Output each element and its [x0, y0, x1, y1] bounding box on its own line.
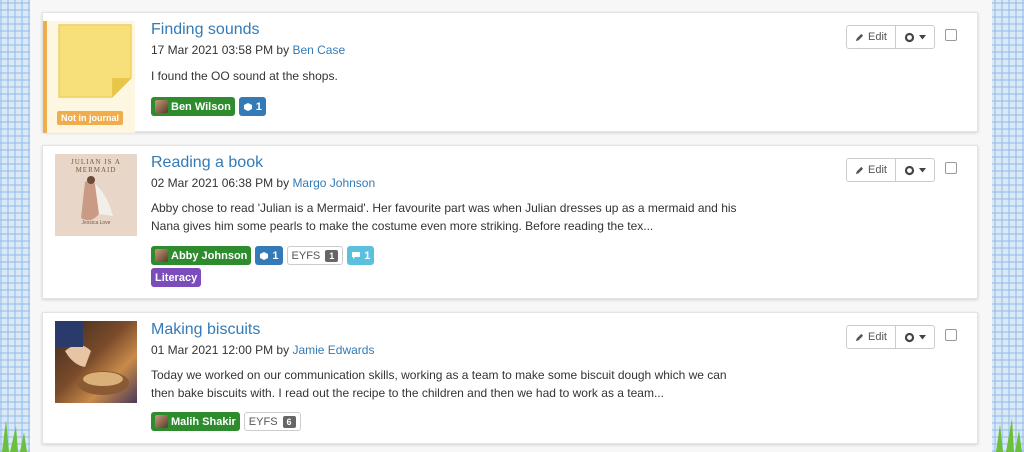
eyfs-label: EYFS: [291, 249, 321, 262]
child-tag[interactable]: Ben Wilson: [151, 97, 235, 116]
observation-meta: 02 Mar 2021 06:38 PM by Margo Johnson: [151, 176, 375, 190]
edit-button[interactable]: Edit: [846, 325, 896, 349]
observation-date: 17 Mar 2021 03:58 PM by: [151, 43, 290, 57]
cube-icon: [260, 251, 269, 260]
tag-row: Malih Shakir EYFS 6: [151, 412, 301, 431]
eyfs-count: 1: [325, 249, 339, 262]
gear-icon: [904, 332, 915, 342]
comment-count: 1: [364, 249, 371, 262]
pencil-icon: [855, 166, 864, 174]
child-tag[interactable]: Abby Johnson: [151, 246, 252, 265]
media-count: 1: [272, 249, 279, 262]
observation-title[interactable]: Finding sounds: [151, 21, 260, 39]
avatar: [155, 100, 168, 113]
settings-dropdown-button[interactable]: [896, 325, 935, 349]
gear-icon: [904, 32, 915, 42]
cube-icon: [243, 102, 252, 111]
eyfs-label: EYFS: [248, 415, 278, 428]
card-actions: Edit: [846, 325, 935, 349]
observation-card: Making biscuits 01 Mar 2021 12:00 PM by …: [42, 312, 978, 444]
child-tag-label: Ben Wilson: [171, 100, 231, 113]
edit-label: Edit: [868, 331, 887, 343]
card-actions: Edit: [846, 25, 935, 49]
media-count-tag[interactable]: 1: [238, 97, 266, 116]
eyfs-count: 6: [282, 415, 296, 428]
observation-description: Today we worked on our communication ski…: [151, 368, 727, 400]
settings-dropdown-button[interactable]: [896, 158, 935, 182]
author-link[interactable]: Margo Johnson: [292, 176, 375, 190]
subject-tag-row: Literacy: [151, 268, 202, 287]
media-count: 1: [255, 100, 262, 113]
edit-button[interactable]: Edit: [846, 25, 896, 49]
observation-list: Not in journal Finding sounds 17 Mar 202…: [30, 0, 992, 452]
book-cover-thumbnail[interactable]: JULIAN IS A MERMAID Jessica Love: [55, 154, 137, 236]
observation-title[interactable]: Making biscuits: [151, 321, 260, 339]
card-actions: Edit: [846, 158, 935, 182]
observation-meta: 01 Mar 2021 12:00 PM by Jamie Edwards: [151, 343, 374, 357]
caret-down-icon: [919, 34, 926, 39]
settings-dropdown-button[interactable]: [896, 25, 935, 49]
comment-count-tag[interactable]: 1: [347, 246, 375, 265]
child-tag-label: Malih Shakir: [171, 415, 236, 428]
edit-button[interactable]: Edit: [846, 158, 896, 182]
cooking-photo: [55, 321, 129, 395]
literacy-tag[interactable]: Literacy: [151, 268, 202, 287]
speech-bubble-icon: [352, 252, 361, 259]
tag-row: Ben Wilson 1: [151, 97, 266, 116]
observation-date: 01 Mar 2021 12:00 PM by: [151, 343, 290, 357]
edit-label: Edit: [868, 164, 887, 176]
eyfs-tag[interactable]: EYFS 6: [243, 412, 301, 431]
pencil-icon: [855, 33, 864, 41]
gear-icon: [904, 165, 915, 175]
child-tag-label: Abby Johnson: [171, 249, 248, 262]
observation-description: I found the OO sound at the shops.: [151, 69, 338, 83]
avatar: [155, 415, 168, 428]
select-checkbox[interactable]: [945, 162, 957, 174]
observation-card: JULIAN IS A MERMAID Jessica Love Reading…: [42, 145, 978, 299]
media-count-tag[interactable]: 1: [255, 246, 283, 265]
child-tag[interactable]: Malih Shakir: [151, 412, 240, 431]
tag-row: Abby Johnson 1 EYFS 1 1: [151, 246, 375, 265]
observation-date: 02 Mar 2021 06:38 PM by: [151, 176, 290, 190]
avatar: [155, 249, 168, 262]
select-checkbox[interactable]: [945, 329, 957, 341]
not-in-journal-badge: Not in journal: [57, 111, 123, 125]
caret-down-icon: [919, 334, 926, 339]
author-link[interactable]: Jamie Edwards: [292, 343, 374, 357]
edit-label: Edit: [868, 31, 887, 43]
sticky-note-thumbnail[interactable]: Not in journal: [43, 21, 135, 133]
author-link[interactable]: Ben Case: [292, 43, 345, 57]
photo-thumbnail[interactable]: [55, 321, 137, 403]
select-checkbox[interactable]: [945, 29, 957, 41]
observation-description: Abby chose to read 'Julian is a Mermaid'…: [151, 201, 737, 233]
observation-meta: 17 Mar 2021 03:58 PM by Ben Case: [151, 43, 345, 57]
book-author-text: Jessica Love: [81, 220, 111, 226]
pencil-icon: [855, 333, 864, 341]
observation-title[interactable]: Reading a book: [151, 154, 263, 172]
eyfs-tag[interactable]: EYFS 1: [286, 246, 344, 265]
observation-card: Not in journal Finding sounds 17 Mar 202…: [42, 12, 978, 133]
caret-down-icon: [919, 167, 926, 172]
sticky-note-icon: [58, 24, 132, 98]
